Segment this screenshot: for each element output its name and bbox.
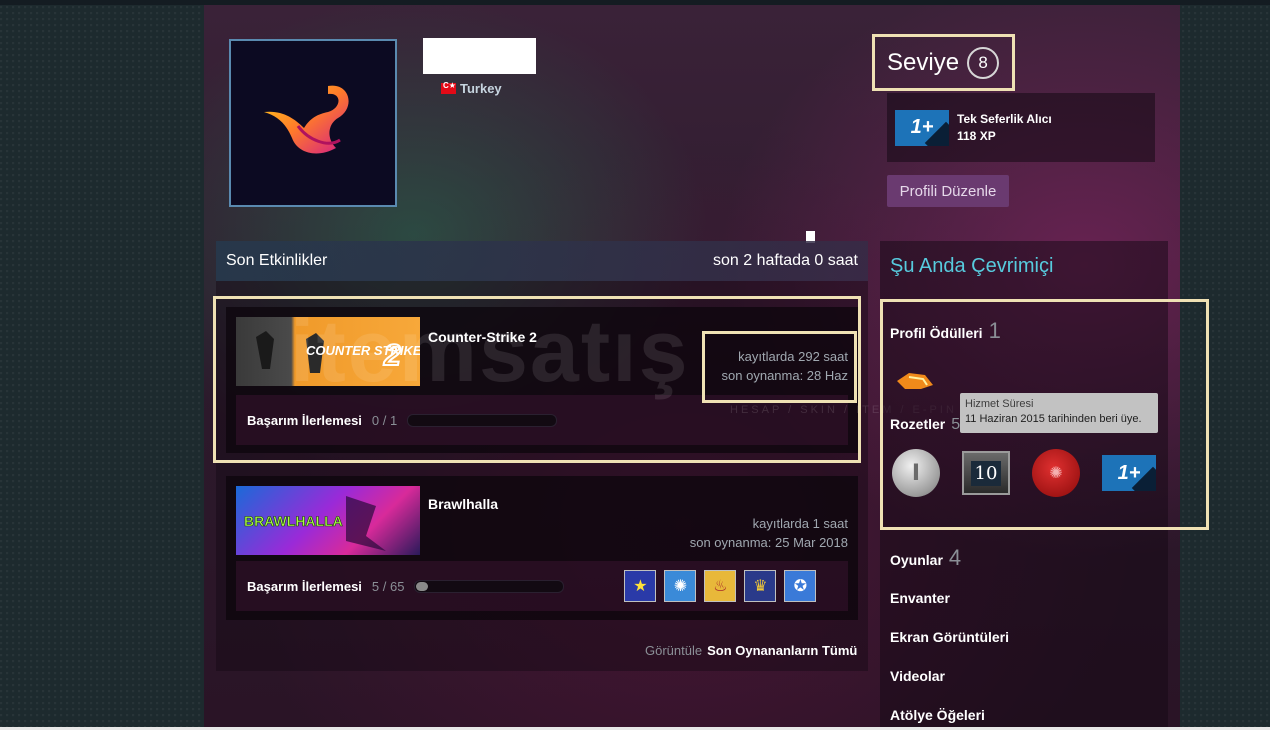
ten-games-badge-icon[interactable]: 10: [962, 451, 1010, 495]
tooltip-title: Hizmet Süresi: [965, 398, 1034, 410]
brawlhalla-capsule-image[interactable]: BRAWLHALLA: [236, 486, 420, 555]
years-of-service-badge-icon[interactable]: Ⅰ: [892, 449, 940, 497]
view-all-label[interactable]: Son Oynananların Tümü: [707, 643, 857, 658]
cs2-logo-text: COUNTER STRIKE: [306, 343, 420, 358]
award-orange-icon[interactable]: [895, 367, 935, 395]
swan-logo-icon: [264, 85, 349, 154]
last-played-cs2: son oynanma: 28 Haz: [721, 368, 848, 383]
achievement-row-brawlhalla[interactable]: Başarım İlerlemesi 5 / 65 ★ ✺ ♨ ♛ ✪: [236, 561, 848, 611]
recent-activity-header: Son Etkinlikler son 2 haftada 0 saat: [216, 241, 868, 281]
game-card-brawlhalla: BRAWLHALLA Brawlhalla kayıtlarda 1 saat …: [226, 476, 858, 620]
svg-text:2: 2: [383, 339, 401, 372]
star-achievement-icon[interactable]: ★: [624, 570, 657, 602]
badges-link[interactable]: Rozetler 5: [890, 416, 960, 434]
badges-row: Ⅰ 10 ✺ 1+: [892, 449, 1156, 497]
games-link[interactable]: Oyunlar 4: [890, 545, 961, 571]
brawlhalla-logo-icon: BRAWLHALLA: [244, 496, 386, 551]
last-played-brawlhalla: son oynanma: 25 Mar 2018: [689, 535, 848, 550]
splash-achievement-icon[interactable]: ✺: [664, 570, 697, 602]
online-status: Şu Anda Çevrimiçi: [890, 255, 1054, 277]
featured-badge-name: Tek Seferlik Alıcı: [957, 111, 1052, 126]
one-plus-badge-icon: 1+: [895, 109, 949, 146]
badges-label: Rozetler: [890, 416, 946, 432]
level-circle: 8: [967, 46, 1000, 79]
cs2-capsule-image[interactable]: COUNTER STRIKE 2: [236, 317, 420, 386]
level-label: Seviye: [887, 48, 960, 76]
achievement-progress-bar: [414, 579, 565, 593]
arm-achievement-icon[interactable]: ♨: [704, 570, 737, 602]
videos-link[interactable]: Videolar: [890, 668, 945, 684]
playtime-cs2: kayıtlarda 292 saat son oynanma: 28 Haz: [722, 347, 848, 385]
profile-country: Turkey: [441, 81, 502, 96]
profile-awards-link[interactable]: Profil Ödülleri 1: [890, 318, 1001, 344]
achievement-count: 5 / 65: [371, 578, 405, 594]
recent-activity-summary: son 2 haftada 0 saat: [713, 252, 858, 269]
level-box[interactable]: Seviye 8: [872, 34, 1015, 91]
service-tooltip: Hizmet Süresi 11 Haziran 2015 tarihinden…: [960, 393, 1158, 433]
brawlhalla-logo-text: BRAWLHALLA: [244, 513, 343, 529]
game-name-brawlhalla[interactable]: Brawlhalla: [428, 496, 498, 512]
screenshots-link[interactable]: Ekran Görüntüleri: [890, 629, 1009, 645]
featured-badge-xp: 118 XP: [957, 128, 996, 143]
games-label: Oyunlar: [890, 552, 943, 568]
achievement-progress-fill: [416, 581, 428, 591]
cs2-logo-icon: COUNTER STRIKE 2: [256, 331, 420, 373]
profile-awards-label: Profil Ödülleri: [890, 325, 983, 341]
achievement-count: 0 / 1: [371, 412, 398, 428]
view-all-prefix: Görüntüle: [645, 643, 703, 658]
profile-name-redacted: [423, 38, 536, 74]
games-count: 4: [948, 545, 962, 570]
achievement-label: Başarım İlerlemesi: [247, 412, 362, 428]
recent-activity-title: Son Etkinlikler: [226, 252, 328, 269]
hours-cs2: kayıtlarda 292 saat: [738, 349, 848, 364]
tooltip-text: 11 Haziran 2015 tarihinden beri üye.: [965, 413, 1142, 425]
badges-count: 5: [951, 416, 961, 433]
profile-avatar[interactable]: [229, 39, 397, 207]
featured-badge[interactable]: 1+ Tek Seferlik Alıcı 118 XP: [887, 93, 1155, 162]
achievement-row-cs2[interactable]: Başarım İlerlemesi 0 / 1: [236, 395, 848, 445]
achievement-label: Başarım İlerlemesi: [247, 578, 362, 594]
inventory-link[interactable]: Envanter: [890, 590, 950, 606]
playtime-brawlhalla: kayıtlarda 1 saat son oynanma: 25 Mar 20…: [690, 514, 848, 552]
profile-awards-count: 1: [988, 318, 1001, 343]
achievement-progress-bar: [407, 413, 558, 427]
one-plus-badge-icon[interactable]: 1+: [1102, 455, 1156, 491]
turkey-flag-icon: [441, 81, 456, 94]
globe-achievement-icon[interactable]: ✪: [784, 570, 817, 602]
viking-helmet-achievement-icon[interactable]: ♛: [744, 570, 777, 602]
achievement-icons: ★ ✺ ♨ ♛ ✪: [624, 570, 817, 602]
hours-brawlhalla: kayıtlarda 1 saat: [752, 516, 848, 531]
game-name-cs2[interactable]: Counter-Strike 2: [428, 329, 537, 345]
edit-profile-button[interactable]: Profili Düzenle: [887, 175, 1009, 207]
view-all-link[interactable]: Görüntüle Son Oynananların Tümü: [645, 643, 857, 658]
red-seal-badge-icon[interactable]: ✺: [1032, 449, 1080, 497]
workshop-link[interactable]: Atölye Öğeleri: [890, 707, 985, 723]
game-card-cs2: COUNTER STRIKE 2 Counter-Strike 2 kayıtl…: [226, 307, 858, 453]
